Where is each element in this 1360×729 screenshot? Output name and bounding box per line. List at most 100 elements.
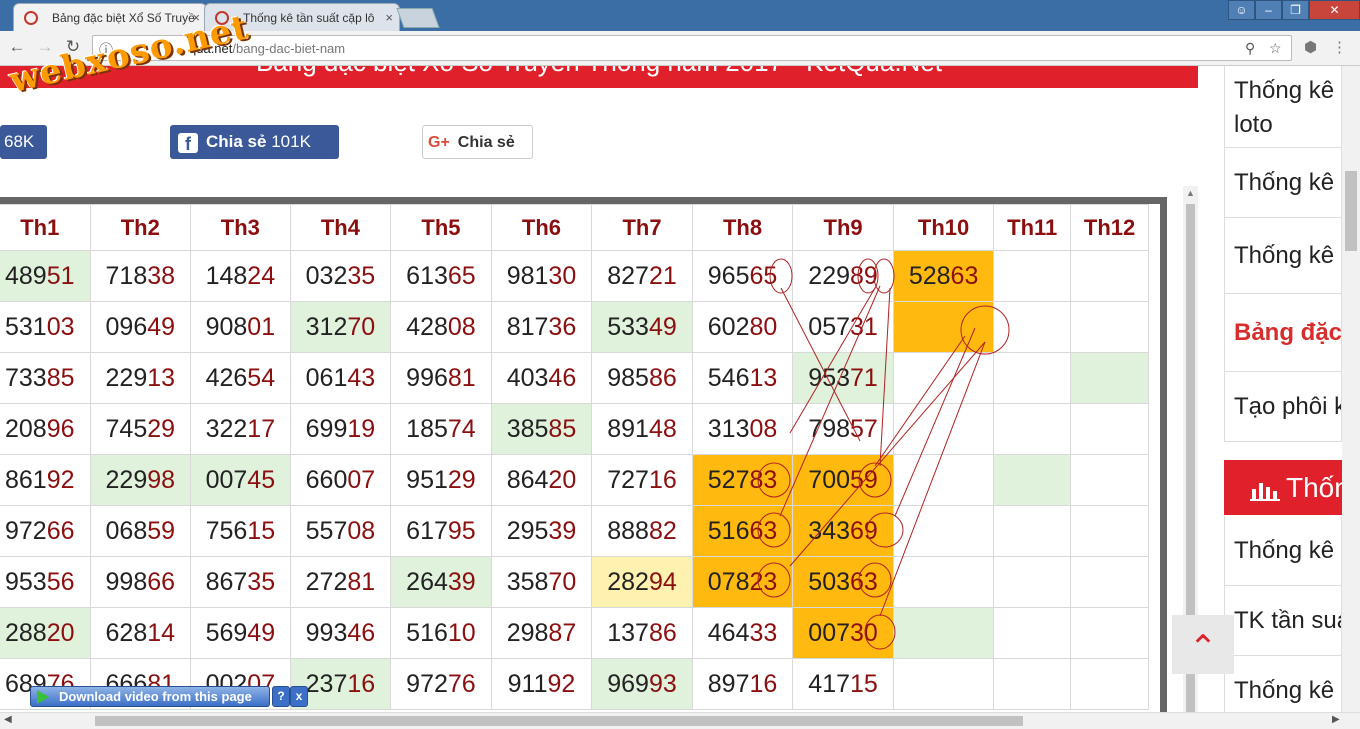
result-cell: 40346 [490,352,593,404]
number-head: 827 [607,261,649,290]
restore-button[interactable]: ❐ [1282,0,1309,20]
sidebar-item-thong-ke-2[interactable]: Thống kê [1224,148,1342,218]
number-head: 861 [5,465,47,494]
close-window-button[interactable]: ✕ [1309,0,1360,20]
horizontal-scrollbar[interactable]: ◀ ▶ [0,712,1360,729]
number-head: 891 [607,414,649,443]
scroll-up-icon[interactable]: ▲ [1183,188,1198,198]
help-button[interactable]: ? [272,686,290,707]
number-head: 007 [205,465,248,494]
scroll-right-icon[interactable]: ▶ [1332,714,1340,725]
number-head: 516 [707,516,750,545]
share-count-button[interactable]: 68K [0,125,47,159]
number-head: 403 [506,363,549,392]
sidebar-item-thong-ke-5[interactable]: Thống kê [1224,656,1342,712]
new-tab-button[interactable] [396,8,440,28]
number-head: 148 [205,261,248,290]
result-cell: 86192 [0,454,91,506]
number-head: 998 [105,567,148,596]
back-to-top-button[interactable]: ⌃ [1172,615,1234,674]
gplus-share-button[interactable]: G+ Chia sẻ [422,125,533,159]
column-header: Th1 [0,204,91,251]
number-tail: 93 [648,669,677,698]
number-tail: 56 [46,567,75,596]
table-row: 28820 62814 56949 99346 51610 29887 13786 46433… [0,607,1149,659]
number-head: 888 [607,516,649,545]
number-head: 322 [205,414,248,443]
zoom-icon[interactable]: ⚲ [1245,40,1255,57]
result-cell [892,505,995,557]
number-head: 817 [506,312,549,341]
user-icon[interactable]: ☺ [1228,0,1255,20]
address-bar[interactable]: ⓘ qua.net/bang-dac-biet-nam ⚲ ☆ [92,35,1292,61]
close-download-bar-button[interactable]: x [290,686,308,707]
table-row: 86192 22998 00745 66007 95129 86420 72716 52783… [0,454,1149,506]
minimize-button[interactable]: – [1255,0,1282,20]
table-row: 73385 22913 42654 06143 99681 40346 98586 54613… [0,352,1149,404]
number-tail: 30 [548,261,577,290]
number-head: 911 [507,669,548,698]
result-cell: 32217 [190,403,291,455]
number-head: 298 [506,618,549,647]
number-tail: 16 [648,465,677,494]
result-cell: 51610 [390,607,492,659]
download-video-button[interactable]: Download video from this page [30,686,270,707]
result-cell: 07823 [691,556,794,608]
number-head: 489 [5,261,47,290]
number-tail: 45 [247,465,276,494]
scroll-thumb[interactable] [95,716,1023,726]
result-cell: 99346 [289,607,392,659]
menu-icon[interactable]: ⋮ [1332,38,1347,56]
number-head: 264 [406,567,448,596]
result-cell: 74529 [89,403,192,455]
scroll-left-icon[interactable]: ◀ [4,714,12,725]
number-head: 993 [305,618,348,647]
result-cell [993,505,1072,557]
page-banner: Bảng đặc biệt Xổ Số Truyền Thống năm 201… [0,66,1198,88]
number-tail: 51 [46,261,75,290]
sidebar-item-thong-ke-4[interactable]: Thống kê [1224,516,1342,586]
extension-icon[interactable]: ⬢ [1304,38,1317,56]
window-vertical-scrollbar[interactable] [1342,66,1360,712]
number-head: 078 [707,567,750,596]
number-tail: 59 [147,516,176,545]
number-tail: 76 [447,669,476,698]
sidebar-item-tk-tan-suat[interactable]: TK tần sua [1224,586,1342,656]
result-cell: 89716 [691,658,794,710]
column-header: Th2 [89,204,192,251]
number-tail: 19 [347,414,376,443]
result-cell: 29887 [490,607,593,659]
sidebar-item-thong-ke-3[interactable]: Thống kê [1224,218,1342,294]
result-cell: 42808 [390,301,492,353]
result-cell: 69919 [289,403,392,455]
number-head: 096 [105,312,148,341]
number-head: 699 [305,414,348,443]
sidebar-item-thong-ke-loto[interactable]: Thống kê loto [1224,66,1342,148]
back-icon[interactable]: ← [6,37,28,57]
number-head: 733 [5,363,47,392]
sidebar-item-label: Thống kê [1234,242,1335,269]
number-head: 007 [808,618,851,647]
result-cell [1070,505,1149,557]
column-header: Th9 [792,204,894,251]
result-cell [1070,658,1149,710]
sidebar-item-tao-phoi[interactable]: Tạo phôi k [1224,372,1342,442]
result-cell: 72716 [591,454,693,506]
number-tail: 33 [749,618,778,647]
number-tail: 57 [850,414,878,443]
bookmark-star-icon[interactable]: ☆ [1269,40,1282,57]
result-cell [1070,250,1149,302]
number-tail: 29 [147,414,176,443]
number-tail: 36 [548,312,577,341]
result-cell [993,352,1072,404]
facebook-share-button[interactable]: f Chia sẻ 101K [170,125,339,159]
sidebar-item-bang-dac-biet[interactable]: Bảng đặc [1224,294,1342,372]
number-head: 057 [808,312,851,341]
number-head: 613 [406,261,448,290]
scroll-thumb[interactable] [1345,171,1357,251]
number-head: 282 [607,567,649,596]
number-head: 343 [808,516,851,545]
number-tail: 87 [548,618,577,647]
close-tab-icon[interactable]: × [385,10,393,25]
number-head: 951 [406,465,448,494]
